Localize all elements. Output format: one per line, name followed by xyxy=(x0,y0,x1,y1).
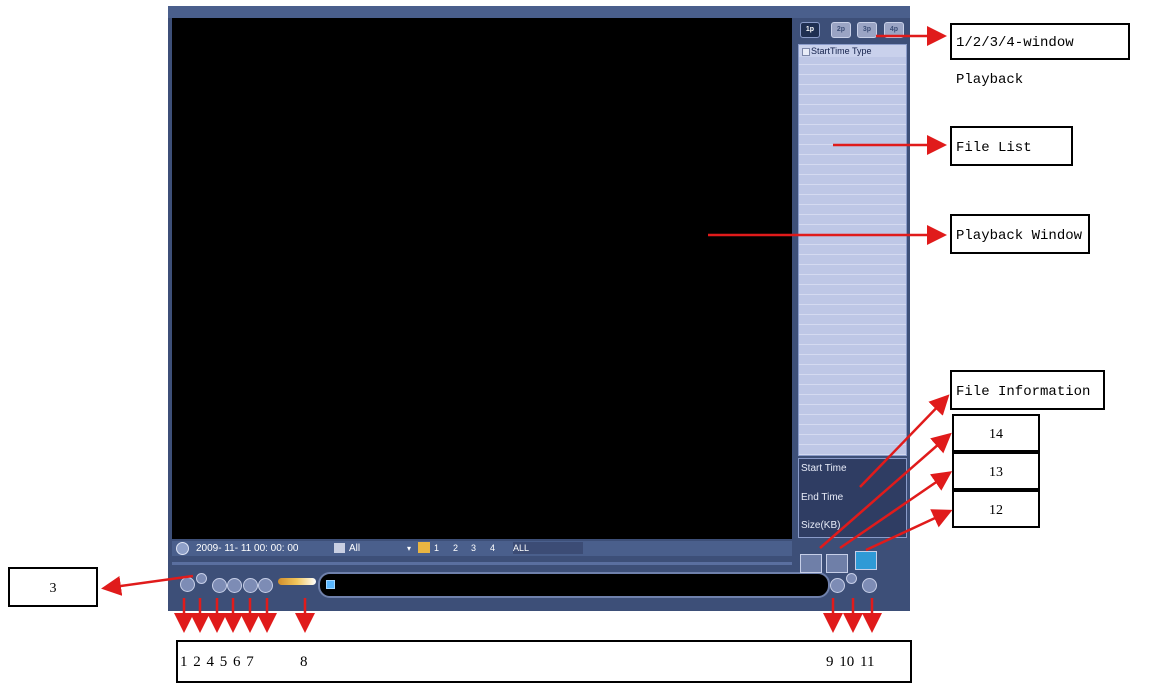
arrow-12 xyxy=(865,509,953,552)
annotation-arrows xyxy=(101,26,953,633)
arrow-file-information xyxy=(859,394,950,488)
arrow-3 xyxy=(101,574,194,596)
arrow-14 xyxy=(819,432,952,549)
